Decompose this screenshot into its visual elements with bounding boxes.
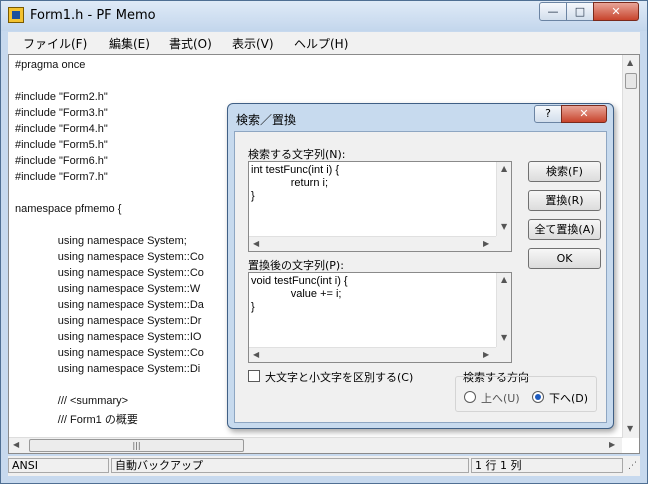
app-icon (8, 7, 24, 23)
find-textarea[interactable]: int testFunc(int i) { return i; } ▲ ▼ ◀ … (248, 161, 512, 252)
menu-format[interactable]: 書式(O) (169, 35, 212, 52)
find-text-line: } (251, 190, 255, 202)
minimize-button[interactable]: — (539, 2, 567, 21)
code-line: #include "Form4.h" (15, 123, 108, 135)
status-encoding: ANSI (8, 458, 109, 473)
replace-vertical-scrollbar[interactable]: ▲ ▼ (496, 273, 511, 347)
menu-view[interactable]: 表示(V) (232, 35, 274, 52)
menu-bar: ファイル(F) 編集(E) 書式(O) 表示(V) ヘルプ(H) (8, 32, 640, 54)
code-line: using namespace System::Co (15, 347, 204, 359)
replace-textarea[interactable]: void testFunc(int i) { value += i; } ▲ ▼… (248, 272, 512, 363)
code-line: namespace pfmemo { (15, 203, 122, 215)
horizontal-scrollbar[interactable]: ◀ ||| ▶ (9, 437, 622, 453)
title-bar[interactable]: Form1.h - PF Memo — □ ✕ (1, 1, 647, 31)
scroll-down-icon[interactable]: ▼ (501, 333, 507, 342)
code-line: #include "Form3.h" (15, 107, 108, 119)
status-bar: ANSI 自動バックアップ 1 行 1 列 ⋰ (8, 456, 640, 476)
menu-file[interactable]: ファイル(F) (23, 35, 87, 52)
scroll-corner (496, 236, 511, 251)
replace-text-line: } (251, 301, 255, 313)
find-text-line: int testFunc(int i) { (251, 164, 340, 176)
code-line: #include "Form7.h" (15, 171, 108, 183)
case-sensitive-checkbox[interactable] (248, 370, 260, 382)
scroll-down-icon[interactable]: ▼ (501, 222, 507, 231)
code-line: /// <summary> (15, 395, 129, 407)
menu-help[interactable]: ヘルプ(H) (294, 35, 348, 52)
direction-up-label[interactable]: 上へ(U) (481, 390, 520, 406)
dialog-help-button[interactable]: ? (534, 105, 562, 123)
direction-down-radio[interactable] (532, 391, 544, 403)
scroll-right-icon[interactable]: ▶ (483, 239, 489, 248)
horizontal-scroll-thumb[interactable]: ||| (29, 439, 244, 452)
resize-grip-icon[interactable]: ⋰ (628, 461, 637, 471)
scroll-corner (496, 347, 511, 362)
direction-down-label[interactable]: 下へ(D) (549, 390, 588, 406)
find-vertical-scrollbar[interactable]: ▲ ▼ (496, 162, 511, 236)
code-line: using namespace System::Da (15, 299, 204, 311)
status-position: 1 行 1 列 (471, 458, 623, 473)
code-line: /// Form1 の概要 (15, 414, 138, 426)
scroll-left-icon[interactable]: ◀ (253, 239, 259, 248)
code-line: using namespace System::IO (15, 331, 202, 343)
direction-group: 上へ(U) 下へ(D) (455, 376, 597, 412)
find-replace-dialog: 検索／置換 ? ✕ 検索する文字列(N): int testFunc(int i… (227, 103, 614, 429)
replace-text-line: value += i; (251, 288, 342, 300)
vertical-scroll-thumb[interactable] (625, 73, 637, 89)
code-line: #include "Form5.h" (15, 139, 108, 151)
code-line: using namespace System::W (15, 283, 201, 295)
replace-all-button[interactable]: 全て置換(A) (528, 219, 601, 240)
scroll-up-icon[interactable]: ▲ (627, 58, 633, 67)
direction-up-radio[interactable] (464, 391, 476, 403)
scroll-up-icon[interactable]: ▲ (501, 164, 507, 173)
dialog-close-button[interactable]: ✕ (561, 105, 607, 123)
menu-edit[interactable]: 編集(E) (109, 35, 150, 52)
find-button[interactable]: 検索(F) (528, 161, 601, 182)
vertical-scrollbar[interactable]: ▲ ▼ (622, 55, 639, 438)
scroll-down-icon[interactable]: ▼ (627, 424, 633, 433)
find-horizontal-scrollbar[interactable]: ◀ ▶ (249, 236, 496, 251)
status-backup: 自動バックアップ (111, 458, 469, 473)
maximize-button[interactable]: □ (566, 2, 594, 21)
close-button[interactable]: ✕ (593, 2, 639, 21)
find-text-line: return i; (251, 177, 329, 189)
ok-button[interactable]: OK (528, 248, 601, 269)
dialog-body: 検索する文字列(N): int testFunc(int i) { return… (234, 131, 607, 423)
scroll-left-icon[interactable]: ◀ (253, 350, 259, 359)
code-line: #include "Form6.h" (15, 155, 108, 167)
code-line: using namespace System::Dr (15, 315, 202, 327)
window-title: Form1.h - PF Memo (30, 8, 156, 23)
scroll-left-icon[interactable]: ◀ (13, 440, 19, 449)
scroll-right-icon[interactable]: ▶ (483, 350, 489, 359)
code-line: #pragma once (15, 59, 86, 71)
replace-text-line: void testFunc(int i) { (251, 275, 348, 287)
code-line: #include "Form2.h" (15, 91, 108, 103)
case-sensitive-label[interactable]: 大文字と小文字を区別する(C) (265, 369, 413, 385)
code-line: using namespace System::Co (15, 251, 204, 263)
dialog-title: 検索／置換 (236, 113, 297, 127)
code-line: using namespace System::Co (15, 267, 204, 279)
find-label: 検索する文字列(N): (248, 148, 346, 161)
replace-label: 置換後の文字列(P): (248, 259, 344, 272)
scroll-up-icon[interactable]: ▲ (501, 275, 507, 284)
replace-button[interactable]: 置換(R) (528, 190, 601, 211)
code-line: using namespace System; (15, 235, 187, 247)
replace-horizontal-scrollbar[interactable]: ◀ ▶ (249, 347, 496, 362)
scroll-right-icon[interactable]: ▶ (609, 440, 615, 449)
code-line: using namespace System::Di (15, 363, 201, 375)
